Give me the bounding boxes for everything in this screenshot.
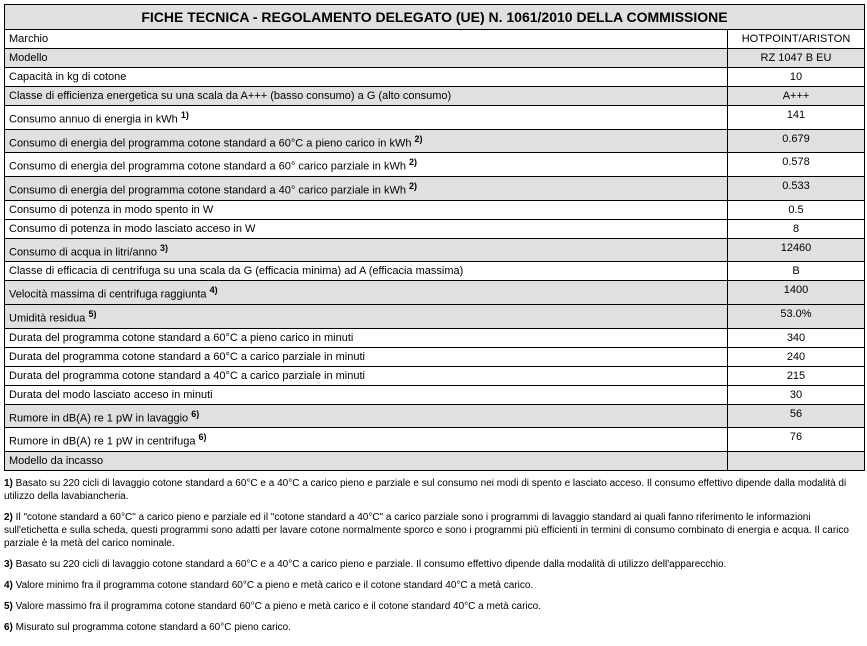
table-row: Velocità massima di centrifuga raggiunta… <box>5 281 864 305</box>
spec-table: FICHE TECNICA - REGOLAMENTO DELEGATO (UE… <box>4 4 865 471</box>
footnote: 2) Il "cotone standard a 60°C" a carico … <box>4 511 863 550</box>
footnote-text: Il "cotone standard a 60°C" a carico pie… <box>4 512 849 549</box>
footnote-ref: 6) <box>199 432 207 442</box>
table-row: Classe di efficienza energetica su una s… <box>5 87 864 106</box>
footnote-number: 6) <box>4 622 13 633</box>
table-row: Durata del programma cotone standard a 6… <box>5 329 864 348</box>
footnote-number: 4) <box>4 580 13 591</box>
row-value: 215 <box>728 367 864 385</box>
row-label: Durata del modo lasciato acceso in minut… <box>5 386 728 404</box>
footnote-ref: 3) <box>160 243 168 253</box>
row-value: HOTPOINT/ARISTON <box>728 30 864 48</box>
row-label: Consumo di energia del programma cotone … <box>5 177 728 200</box>
table-row: Modello da incasso <box>5 452 864 470</box>
table-row: Rumore in dB(A) re 1 pW in lavaggio 6)56 <box>5 405 864 429</box>
footnote-ref: 2) <box>409 157 417 167</box>
row-label: Consumo di energia del programma cotone … <box>5 130 728 153</box>
footnote-text: Basato su 220 cicli di lavaggio cotone s… <box>13 559 727 570</box>
row-value: 340 <box>728 329 864 347</box>
footnote: 4) Valore minimo fra il programma cotone… <box>4 579 863 592</box>
row-label: Durata del programma cotone standard a 6… <box>5 348 728 366</box>
table-row: Consumo di energia del programma cotone … <box>5 130 864 154</box>
table-row: Durata del modo lasciato acceso in minut… <box>5 386 864 405</box>
row-value: B <box>728 262 864 280</box>
row-value: 53.0% <box>728 305 864 328</box>
row-value: A+++ <box>728 87 864 105</box>
table-row: Durata del programma cotone standard a 4… <box>5 367 864 386</box>
table-title: FICHE TECNICA - REGOLAMENTO DELEGATO (UE… <box>5 5 864 30</box>
row-label: Classe di efficacia di centrifuga su una… <box>5 262 728 280</box>
row-label: Consumo di energia del programma cotone … <box>5 153 728 176</box>
footnote-ref: 4) <box>210 285 218 295</box>
row-label: Rumore in dB(A) re 1 pW in lavaggio 6) <box>5 405 728 428</box>
row-value: 1400 <box>728 281 864 304</box>
table-row: Classe di efficacia di centrifuga su una… <box>5 262 864 281</box>
row-value: 141 <box>728 106 864 129</box>
table-row: ModelloRZ 1047 B EU <box>5 49 864 68</box>
row-value: 10 <box>728 68 864 86</box>
footnote: 6) Misurato sul programma cotone standar… <box>4 621 863 634</box>
row-value: RZ 1047 B EU <box>728 49 864 67</box>
row-label: Consumo annuo di energia in kWh 1) <box>5 106 728 129</box>
row-value: 0.578 <box>728 153 864 176</box>
footnote-text: Basato su 220 cicli di lavaggio cotone s… <box>4 478 846 502</box>
row-label: Umidità residua 5) <box>5 305 728 328</box>
footnote: 1) Basato su 220 cicli di lavaggio coton… <box>4 477 863 503</box>
table-row: Umidità residua 5)53.0% <box>5 305 864 329</box>
row-value <box>728 452 864 470</box>
row-value: 12460 <box>728 239 864 262</box>
row-label: Consumo di acqua in litri/anno 3) <box>5 239 728 262</box>
table-row: Consumo di potenza in modo lasciato acce… <box>5 220 864 239</box>
footnotes: 1) Basato su 220 cicli di lavaggio coton… <box>4 477 863 634</box>
row-label: Classe di efficienza energetica su una s… <box>5 87 728 105</box>
row-label: Durata del programma cotone standard a 6… <box>5 329 728 347</box>
table-row: Consumo di energia del programma cotone … <box>5 177 864 201</box>
row-label: Capacità in kg di cotone <box>5 68 728 86</box>
table-row: Durata del programma cotone standard a 6… <box>5 348 864 367</box>
footnote-number: 1) <box>4 478 13 489</box>
footnote-number: 5) <box>4 601 13 612</box>
table-row: MarchioHOTPOINT/ARISTON <box>5 30 864 49</box>
footnote-text: Valore minimo fra il programma cotone st… <box>13 580 533 591</box>
row-value: 8 <box>728 220 864 238</box>
row-value: 0.533 <box>728 177 864 200</box>
row-value: 240 <box>728 348 864 366</box>
footnote-ref: 2) <box>415 134 423 144</box>
footnote-text: Valore massimo fra il programma cotone s… <box>13 601 541 612</box>
footnote-ref: 1) <box>181 110 189 120</box>
row-label: Rumore in dB(A) re 1 pW in centrifuga 6) <box>5 428 728 451</box>
footnote-ref: 6) <box>191 409 199 419</box>
row-value: 76 <box>728 428 864 451</box>
row-value: 56 <box>728 405 864 428</box>
footnote-ref: 5) <box>88 309 96 319</box>
footnote: 3) Basato su 220 cicli di lavaggio coton… <box>4 558 863 571</box>
row-label: Marchio <box>5 30 728 48</box>
row-label: Modello <box>5 49 728 67</box>
table-row: Capacità in kg di cotone10 <box>5 68 864 87</box>
row-label: Consumo di potenza in modo lasciato acce… <box>5 220 728 238</box>
footnote: 5) Valore massimo fra il programma coton… <box>4 600 863 613</box>
row-value: 0.679 <box>728 130 864 153</box>
table-row: Rumore in dB(A) re 1 pW in centrifuga 6)… <box>5 428 864 452</box>
table-row: Consumo di energia del programma cotone … <box>5 153 864 177</box>
row-label: Consumo di potenza in modo spento in W <box>5 201 728 219</box>
table-row: Consumo di acqua in litri/anno 3)12460 <box>5 239 864 263</box>
row-value: 0.5 <box>728 201 864 219</box>
row-label: Velocità massima di centrifuga raggiunta… <box>5 281 728 304</box>
footnote-ref: 2) <box>409 181 417 191</box>
table-row: Consumo di potenza in modo spento in W0.… <box>5 201 864 220</box>
footnote-number: 2) <box>4 512 13 523</box>
row-label: Modello da incasso <box>5 452 728 470</box>
row-value: 30 <box>728 386 864 404</box>
footnote-text: Misurato sul programma cotone standard a… <box>13 622 291 633</box>
footnote-number: 3) <box>4 559 13 570</box>
table-body: MarchioHOTPOINT/ARISTONModelloRZ 1047 B … <box>5 30 864 470</box>
row-label: Durata del programma cotone standard a 4… <box>5 367 728 385</box>
table-row: Consumo annuo di energia in kWh 1)141 <box>5 106 864 130</box>
